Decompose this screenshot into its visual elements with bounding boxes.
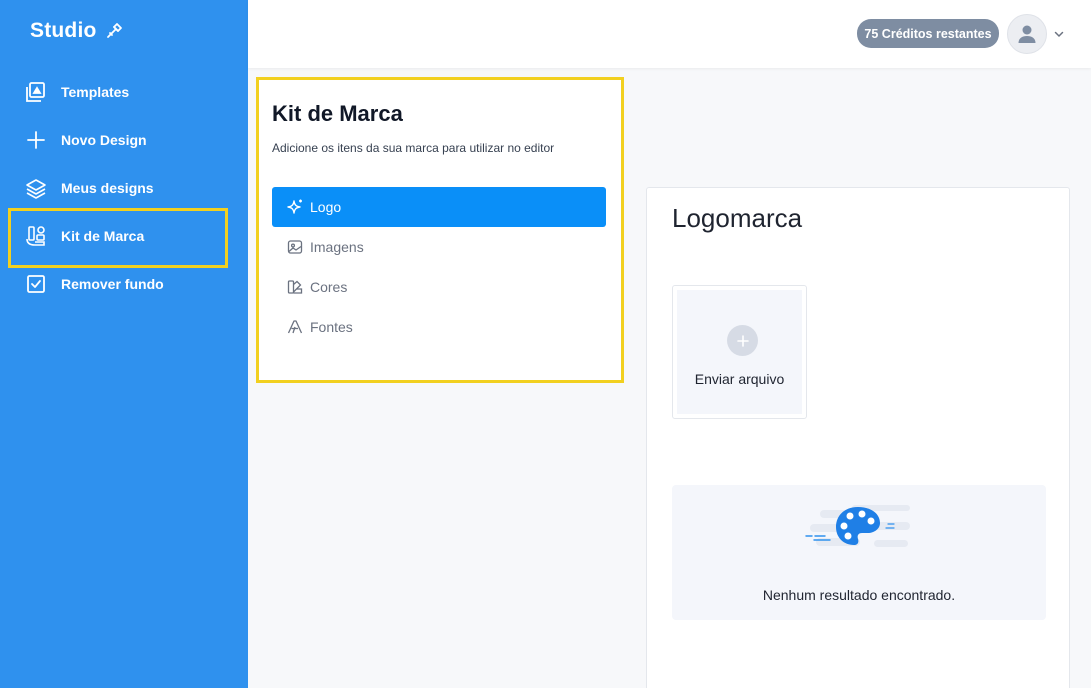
page-subtitle: Adicione os itens da sua marca para util…: [272, 141, 555, 155]
brand-name: Studio: [30, 19, 97, 42]
palette-swatch-icon: [286, 278, 304, 296]
tab-label: Cores: [310, 279, 348, 295]
sidebar-item-meus-designs[interactable]: Meus designs: [25, 173, 154, 203]
sidebar-item-label: Meus designs: [61, 180, 154, 196]
empty-palette-illustration-icon: [805, 505, 910, 547]
sidebar-item-templates[interactable]: Templates: [25, 77, 129, 107]
templates-icon: [25, 81, 47, 103]
sidebar-item-label: Remover fundo: [61, 276, 164, 292]
tab-imagens[interactable]: Imagens: [272, 227, 606, 267]
tab-cores[interactable]: Cores: [272, 267, 606, 307]
tab-label: Logo: [310, 199, 342, 215]
highlight-box-sidebar: [8, 208, 228, 268]
upload-dropzone[interactable]: Enviar arquivo: [677, 290, 802, 414]
section-title: Logomarca: [672, 203, 803, 233]
logomarca-card: Logomarca Enviar arquivo Nenhum resultad…: [646, 187, 1070, 688]
tab-label: Imagens: [310, 239, 364, 255]
sidebar-item-label: Novo Design: [61, 132, 147, 148]
tab-fontes[interactable]: Fontes: [272, 307, 606, 347]
credits-badge[interactable]: 75 Créditos restantes: [857, 19, 999, 48]
sidebar-item-label: Templates: [61, 84, 130, 100]
page-title: Kit de Marca: [272, 101, 403, 126]
sparkle-icon: [286, 198, 304, 216]
user-icon: [1018, 25, 1036, 43]
plus-circle-icon: [727, 325, 758, 356]
brand-logo[interactable]: Studio: [30, 19, 124, 43]
brand-kit-panel: Kit de Marca Adicione os itens da sua ma…: [256, 77, 624, 383]
sidebar: Studio Templates Novo Design Meus design…: [0, 0, 248, 688]
layers-icon: [25, 177, 47, 199]
sidebar-item-remover-fundo[interactable]: Remover fundo: [25, 269, 164, 299]
avatar[interactable]: [1007, 14, 1047, 54]
font-icon: [286, 318, 304, 336]
sidebar-item-novo-design[interactable]: Novo Design: [25, 125, 147, 155]
checkbox-icon: [25, 273, 47, 295]
chevron-down-icon[interactable]: [1053, 28, 1065, 40]
image-icon: [286, 238, 304, 256]
empty-state-text: Nenhum resultado encontrado.: [762, 587, 956, 603]
plus-icon: [25, 129, 47, 151]
upload-file-button[interactable]: Enviar arquivo: [672, 285, 807, 419]
tab-logo[interactable]: Logo: [272, 187, 606, 227]
empty-state: Nenhum resultado encontrado.: [672, 485, 1046, 620]
upload-label: Enviar arquivo: [694, 371, 785, 387]
magic-wand-icon: [106, 23, 122, 38]
tab-label: Fontes: [310, 319, 353, 335]
